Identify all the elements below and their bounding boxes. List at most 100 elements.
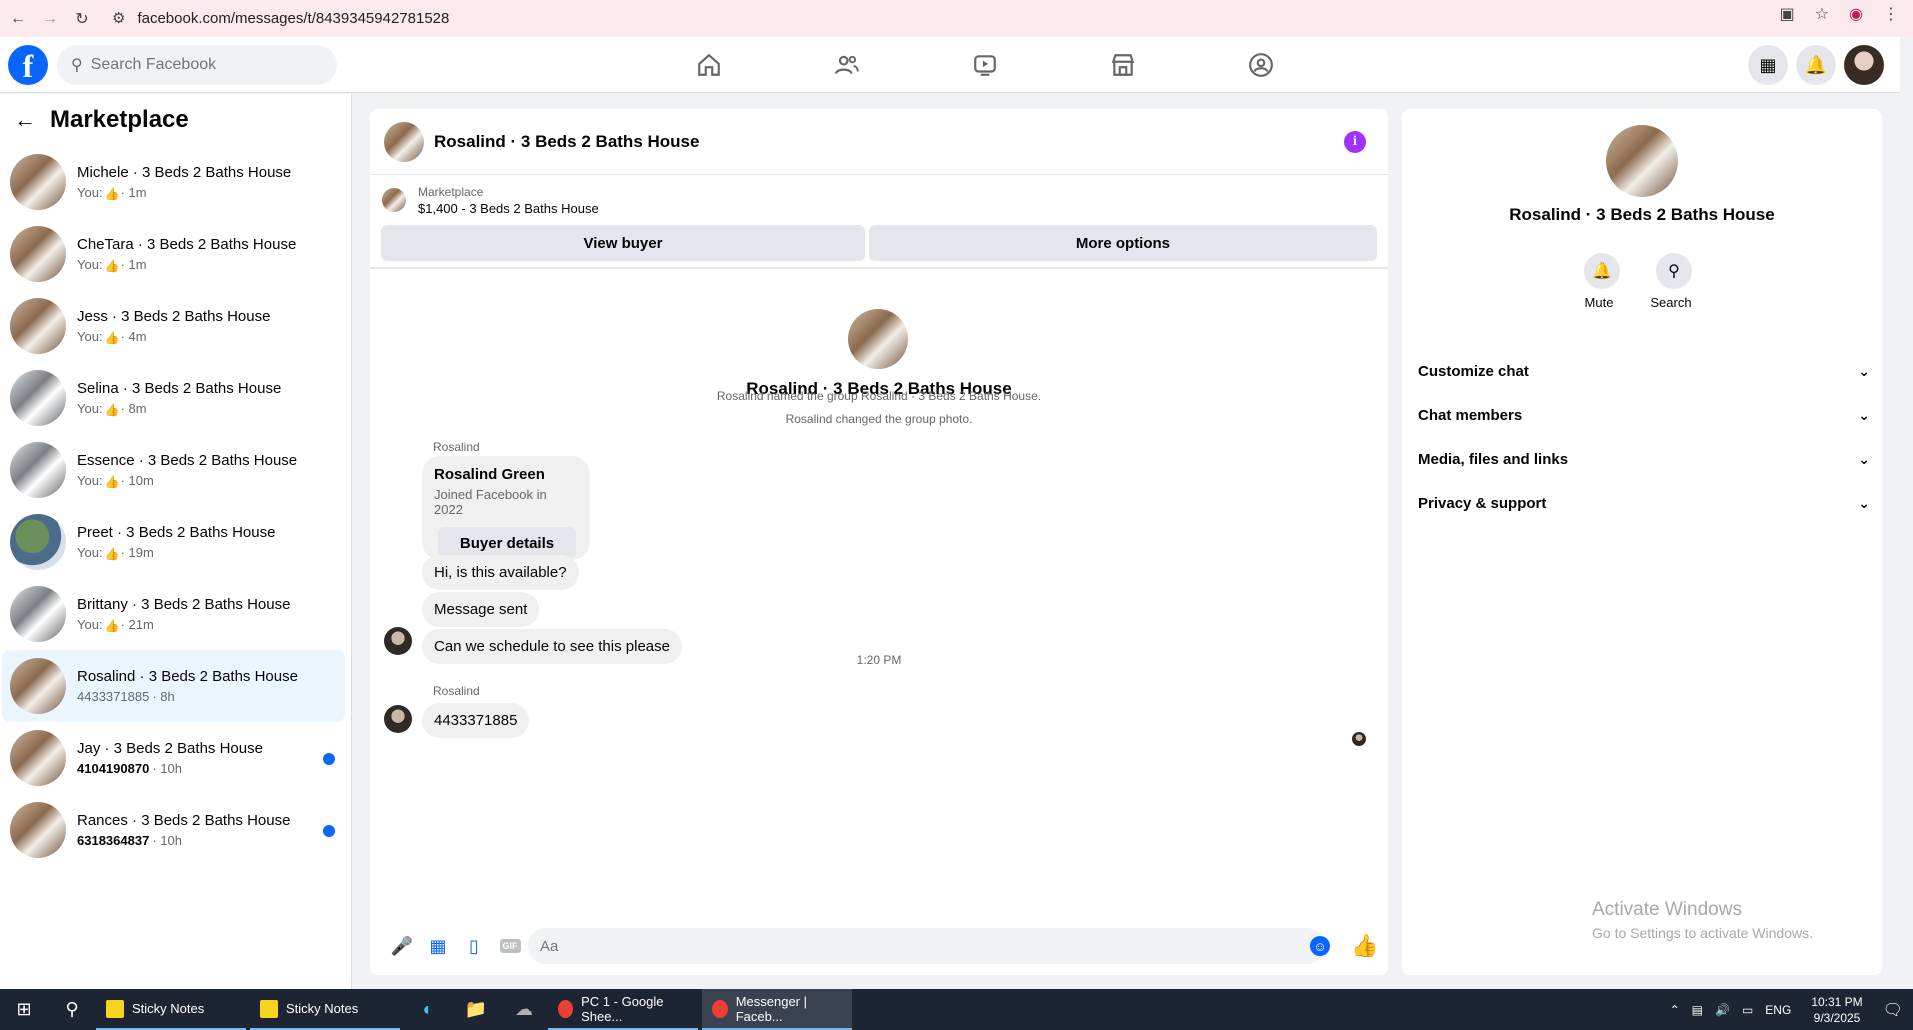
edge-icon[interactable]: ◐: [404, 989, 452, 1030]
listing-summary[interactable]: Marketplace $1,400 - 3 Beds 2 Baths Hous…: [370, 175, 1388, 225]
windows-start-icon[interactable]: ⊞: [0, 989, 48, 1030]
conversation-name: CheTara · 3 Beds 2 Baths House: [77, 236, 297, 253]
notifications-icon[interactable]: 🗨: [1883, 1000, 1903, 1020]
conversation-preview: You:: [77, 401, 103, 416]
facebook-search-input[interactable]: [90, 56, 311, 74]
network-icon[interactable]: ▤: [1692, 1003, 1703, 1017]
forward-arrow-icon[interactable]: →: [36, 5, 64, 33]
message-composer: 🎤 ▦ ▯ GIF ☺ 👍: [370, 921, 1388, 971]
conversation-item[interactable]: Preet · 3 Beds 2 Baths House You: 👍 · 19m: [0, 506, 345, 578]
message-bubble[interactable]: 4433371885: [422, 703, 530, 738]
profile-icon[interactable]: ◉: [1849, 4, 1863, 24]
conversation-item[interactable]: Essence · 3 Beds 2 Baths House You: 👍 · 10…: [0, 434, 345, 506]
facebook-logo-icon[interactable]: f: [8, 45, 48, 85]
address-bar[interactable]: ⚙ facebook.com/messages/t/84393459427815…: [112, 4, 1812, 32]
view-buyer-button[interactable]: View buyer: [381, 225, 865, 261]
nav-groups[interactable]: [1192, 37, 1330, 93]
mute-button[interactable]: 🔔 Mute: [1582, 253, 1622, 310]
menu-grid-icon[interactable]: ▦: [1748, 45, 1788, 85]
taskbar-app-sticky-notes[interactable]: Sticky Notes: [250, 989, 400, 1030]
thumbs-up-icon: 👍: [104, 618, 120, 633]
sender-name: Rosalind: [433, 440, 480, 454]
conversation-item-active[interactable]: Rosalind · 3 Beds 2 Baths House 44333718…: [2, 650, 345, 722]
photo-icon[interactable]: ▦: [420, 928, 456, 964]
main-nav: [640, 37, 1330, 93]
clock[interactable]: 10:31 PM 9/3/2025: [1811, 994, 1862, 1026]
system-message: Rosalind changed the group photo.: [785, 412, 973, 426]
conversation-name: Brittany · 3 Beds 2 Baths House: [77, 596, 291, 613]
conversation-avatar: [10, 226, 66, 282]
conversation-preview: You:: [77, 185, 103, 200]
thumbs-up-icon: 👍: [104, 258, 120, 273]
back-arrow-icon[interactable]: ←: [4, 5, 32, 33]
taskbar-app-sticky-notes[interactable]: Sticky Notes: [96, 989, 246, 1030]
chevron-down-icon: ⌄: [1858, 362, 1870, 379]
conversation-item[interactable]: Michele · 3 Beds 2 Baths House You: 👍 · 1m: [0, 146, 345, 218]
bookmark-star-icon[interactable]: ☆: [1815, 4, 1829, 24]
chat-members-section[interactable]: Chat members ⌄: [1418, 393, 1870, 437]
taskbar-app-messenger[interactable]: Messenger | Faceb...: [702, 989, 852, 1030]
gif-icon[interactable]: GIF: [492, 928, 528, 964]
privacy-support-section[interactable]: Privacy & support ⌄: [1418, 481, 1870, 525]
sender-avatar[interactable]: [384, 627, 412, 655]
emoji-icon[interactable]: ☺: [1310, 936, 1330, 956]
conversation-preview: 4433371885: [77, 689, 150, 704]
microphone-icon[interactable]: 🎤: [384, 928, 420, 964]
conversation-name: Rances · 3 Beds 2 Baths House: [77, 812, 291, 829]
system-message: Rosalind named the group Rosalind · 3 Be…: [716, 389, 1042, 403]
conversation-item[interactable]: Jess · 3 Beds 2 Baths House You: 👍 · 4m: [0, 290, 345, 362]
unread-dot: [323, 825, 335, 837]
conversation-item[interactable]: Rances · 3 Beds 2 Baths House 6318364837…: [0, 794, 345, 866]
search-icon[interactable]: ⚲: [48, 989, 96, 1030]
customize-chat-section[interactable]: Customize chat ⌄: [1418, 349, 1870, 393]
chevron-up-icon[interactable]: ⌃: [1670, 1003, 1680, 1017]
menu-kebab-icon[interactable]: ⋮: [1883, 4, 1899, 24]
nav-friends[interactable]: [778, 37, 916, 93]
message-bubble[interactable]: Message sent: [422, 592, 540, 627]
thumbs-up-icon: 👍: [104, 186, 120, 201]
info-icon[interactable]: i: [1344, 131, 1366, 153]
search-button[interactable]: ⚲ Search: [1650, 253, 1694, 310]
message-bubble[interactable]: Hi, is this available?: [422, 555, 579, 590]
account-avatar[interactable]: [1844, 45, 1884, 85]
app-icon[interactable]: ☁: [500, 989, 548, 1030]
conversation-item[interactable]: Jay · 3 Beds 2 Baths House 4104190870 · 1…: [0, 722, 345, 794]
conversation-item[interactable]: Selina · 3 Beds 2 Baths House You: 👍 · 8m: [0, 362, 345, 434]
conversation-name: Jay · 3 Beds 2 Baths House: [77, 740, 263, 757]
windows-taskbar: ⊞ ⚲ Sticky Notes Sticky Notes ◐ 📁 ☁ PC 1…: [0, 989, 1913, 1030]
taskbar-app-google-sheets[interactable]: PC 1 - Google Shee...: [548, 989, 698, 1030]
conversation-item[interactable]: CheTara · 3 Beds 2 Baths House You: 👍 · 1m: [0, 218, 345, 290]
media-files-links-section[interactable]: Media, files and links ⌄: [1418, 437, 1870, 481]
install-app-icon[interactable]: ▣: [1780, 4, 1795, 24]
buyer-card: Rosalind Green Joined Facebook in 2022 B…: [422, 456, 590, 560]
nav-video[interactable]: [916, 37, 1054, 93]
sender-avatar[interactable]: [384, 705, 412, 733]
language-indicator[interactable]: ENG: [1765, 1003, 1791, 1017]
sticker-icon[interactable]: ▯: [456, 928, 492, 964]
video-icon: [974, 55, 996, 76]
buyer-joined: Joined Facebook in 2022: [434, 487, 547, 517]
volume-icon[interactable]: 🔊: [1715, 1003, 1730, 1017]
battery-icon[interactable]: ▭: [1742, 1003, 1753, 1017]
chat-title[interactable]: Rosalind · 3 Beds 2 Baths House: [434, 132, 699, 152]
listing-thumbnail: [382, 188, 406, 212]
search-icon: ⚲: [1656, 253, 1692, 289]
file-explorer-icon[interactable]: 📁: [452, 989, 500, 1030]
conversation-preview: You:: [77, 617, 103, 632]
back-arrow-icon[interactable]: ←: [14, 107, 36, 133]
conversation-name: Essence · 3 Beds 2 Baths House: [77, 452, 298, 469]
conversation-item[interactable]: Brittany · 3 Beds 2 Baths House You: 👍 · 2…: [0, 578, 345, 650]
conversation-name: Jess · 3 Beds 2 Baths House: [77, 308, 271, 325]
message-input[interactable]: [528, 928, 1325, 964]
chat-avatar[interactable]: [384, 121, 424, 162]
nav-home[interactable]: [640, 37, 778, 93]
site-settings-icon[interactable]: ⚙: [112, 9, 125, 27]
thumbs-up-send-icon[interactable]: 👍: [1351, 933, 1378, 959]
facebook-search[interactable]: ⚲: [57, 45, 337, 85]
unread-dot: [323, 753, 335, 765]
more-options-button[interactable]: More options: [868, 225, 1377, 261]
thumbs-up-icon: 👍: [104, 474, 120, 489]
notifications-bell-icon[interactable]: 🔔: [1796, 45, 1836, 85]
nav-marketplace[interactable]: [1054, 37, 1192, 93]
reload-icon[interactable]: ↻: [68, 5, 96, 33]
